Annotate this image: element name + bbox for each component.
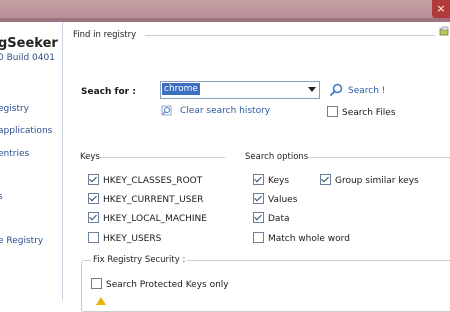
fix-registry-security-title: Fix Registry Security : — [91, 255, 188, 265]
key-hkcr-label: HKEY_CLASSES_ROOT — [103, 176, 203, 186]
group-similar-keys-checkbox[interactable]: Group similar keys — [320, 174, 419, 186]
app-build: 0 Build 0401 — [0, 53, 55, 63]
main-panel: Find in registry Seach for : chrome Sear… — [63, 22, 450, 312]
sidebar-item-registry[interactable]: egistry — [0, 104, 29, 114]
search-files-checkbox[interactable]: Search Files — [327, 106, 396, 118]
key-hku-checkbox[interactable]: HKEY_USERS — [88, 232, 161, 244]
close-window-button[interactable]: × — [432, 0, 450, 18]
option-keys-label: Keys — [268, 176, 290, 186]
key-hkcr-box[interactable] — [88, 174, 99, 185]
title-bar: × — [0, 0, 450, 22]
key-hkcu-box[interactable] — [88, 193, 99, 204]
search-files-label: Search Files — [342, 108, 396, 118]
key-hkcu-checkbox[interactable]: HKEY_CURRENT_USER — [88, 193, 203, 205]
keys-section-title: Keys — [80, 152, 100, 162]
key-hklm-label: HKEY_LOCAL_MACHINE — [103, 214, 207, 224]
option-values-checkbox[interactable]: Values — [253, 193, 297, 205]
sidebar-item-entries[interactable]: entries — [0, 149, 29, 159]
search-icon[interactable] — [329, 83, 343, 97]
search-files-box[interactable] — [327, 106, 338, 117]
search-options-title: Search options — [245, 152, 309, 162]
key-hkcr-checkbox[interactable]: HKEY_CLASSES_ROOT — [88, 174, 202, 186]
option-match-whole-word-label: Match whole word — [268, 234, 350, 244]
search-for-label: Seach for : — [81, 87, 136, 97]
search-button[interactable]: Search ! — [348, 86, 385, 96]
find-in-registry-title: Find in registry — [73, 30, 137, 40]
search-options-divider — [309, 157, 450, 158]
option-data-label: Data — [268, 214, 290, 224]
search-protected-keys-box[interactable] — [91, 278, 102, 289]
search-protected-keys-label: Search Protected Keys only — [106, 280, 229, 290]
option-match-whole-word-checkbox[interactable]: Match whole word — [253, 232, 350, 244]
app-name: gSeeker — [0, 36, 58, 51]
clear-history-icon — [161, 105, 172, 116]
sidebar: gSeeker 0 Build 0401 egistry application… — [0, 22, 63, 300]
search-protected-keys-checkbox[interactable]: Search Protected Keys only — [91, 278, 229, 290]
chevron-down-icon[interactable] — [308, 87, 316, 92]
option-keys-checkbox[interactable]: Keys — [253, 174, 289, 186]
option-keys-box[interactable] — [253, 174, 264, 185]
option-data-box[interactable] — [253, 212, 264, 223]
key-hklm-box[interactable] — [88, 212, 99, 223]
sidebar-item-registry-2[interactable]: e Registry — [0, 236, 43, 246]
key-hku-box[interactable] — [88, 232, 99, 243]
option-values-label: Values — [268, 195, 298, 205]
key-hku-label: HKEY_USERS — [103, 234, 162, 244]
search-input[interactable]: chrome — [162, 83, 200, 95]
search-combo[interactable]: chrome — [160, 81, 320, 99]
group-similar-keys-box[interactable] — [320, 174, 331, 185]
key-hkcu-label: HKEY_CURRENT_USER — [103, 195, 204, 205]
option-values-box[interactable] — [253, 193, 264, 204]
clear-search-history-link[interactable]: Clear search history — [180, 106, 270, 116]
key-hklm-checkbox[interactable]: HKEY_LOCAL_MACHINE — [88, 212, 207, 224]
sidebar-item-s[interactable]: s — [0, 192, 3, 202]
option-match-whole-word-box[interactable] — [253, 232, 264, 243]
settings-icon[interactable] — [439, 26, 450, 37]
warning-icon — [96, 297, 106, 305]
find-divider — [145, 35, 435, 36]
sidebar-item-applications[interactable]: applications — [0, 126, 52, 136]
option-data-checkbox[interactable]: Data — [253, 212, 290, 224]
keys-divider — [100, 157, 225, 158]
group-similar-keys-label: Group similar keys — [335, 176, 419, 186]
